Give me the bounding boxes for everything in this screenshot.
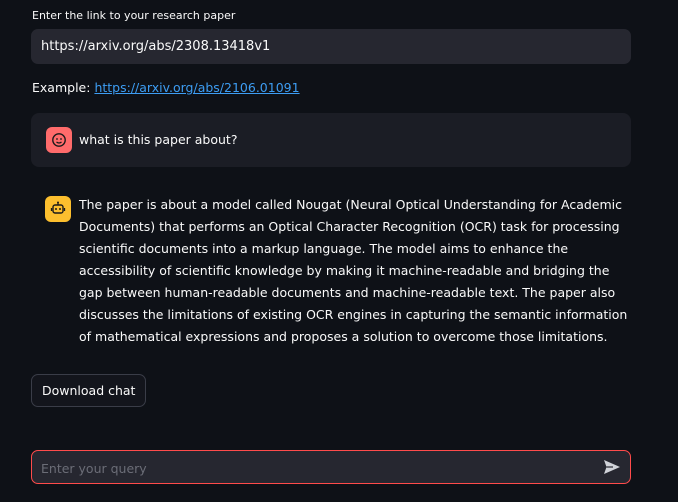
download-chat-button[interactable]: Download chat [31,374,147,407]
url-field-label: Enter the link to your research paper [32,9,236,22]
user-face-icon [46,127,72,153]
assistant-message-text: The paper is about a model called Nougat… [79,197,628,344]
paper-url-input[interactable]: https://arxiv.org/abs/2308.13418v1 [31,29,631,64]
paper-url-value: https://arxiv.org/abs/2308.13418v1 [41,39,271,54]
query-input[interactable] [39,457,583,479]
send-button[interactable] [600,456,624,478]
send-icon [604,460,620,474]
chat-message-assistant: The paper is about a model called Nougat… [31,182,631,352]
user-message-text: what is this paper about? [79,132,238,147]
robot-icon [45,196,71,222]
chat-input-box [31,450,631,484]
app-page: Enter the link to your research paper ht… [0,0,678,502]
chat-message-user: what is this paper about? [31,113,631,167]
example-prefix: Example: [32,80,91,95]
example-line: Example: https://arxiv.org/abs/2106.0109… [32,80,300,95]
example-link[interactable]: https://arxiv.org/abs/2106.01091 [94,80,299,95]
